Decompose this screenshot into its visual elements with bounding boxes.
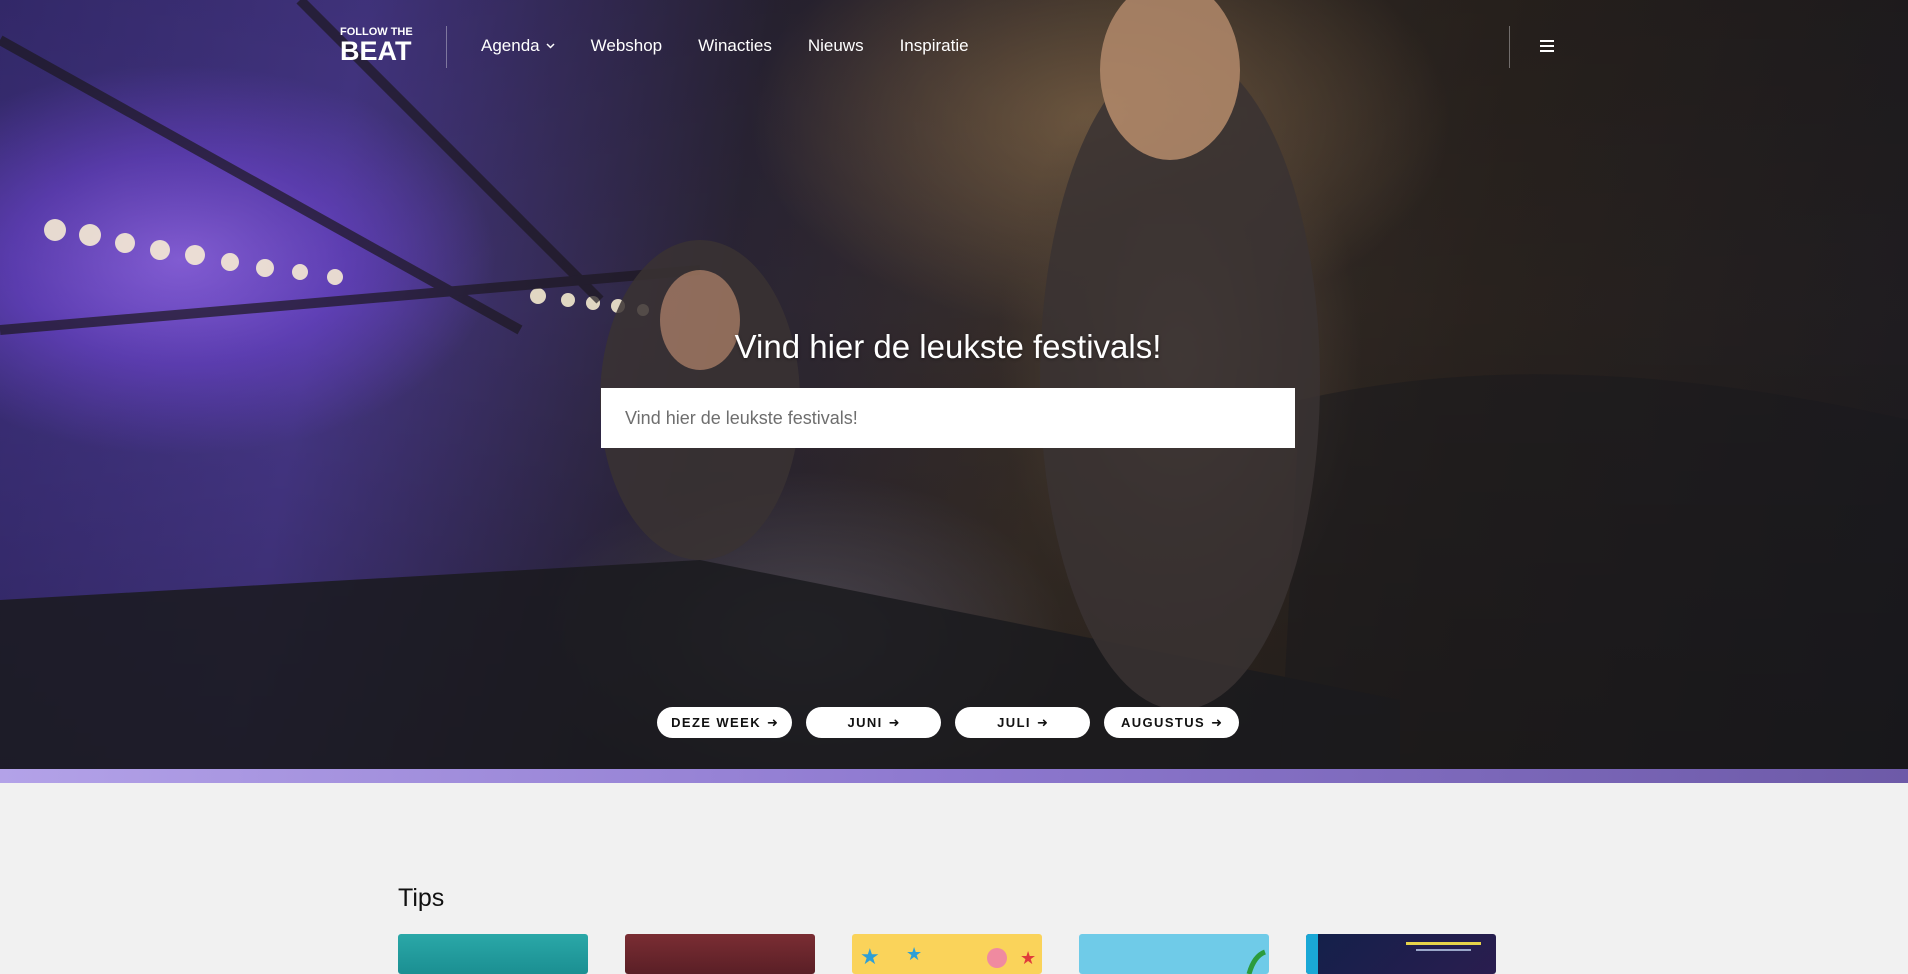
tip-card-3-artwork: ★ ★ ★: [860, 944, 1036, 969]
svg-text:★: ★: [860, 944, 880, 969]
hero-title: Vind hier de leukste festivals!: [734, 328, 1162, 365]
period-button-augustus[interactable]: AUGUSTUS ➜: [1104, 707, 1239, 738]
hero-banner: [0, 0, 1908, 769]
tip-card-1[interactable]: [398, 934, 588, 974]
period-label: AUGUSTUS: [1120, 715, 1206, 730]
tip-card-4-artwork: [1246, 949, 1267, 974]
chevron-down-icon: [546, 43, 555, 49]
tips-section-title: Tips: [398, 884, 445, 912]
nav-item-agenda-label: Agenda: [481, 36, 540, 55]
nav-item-winacties[interactable]: Winacties: [698, 36, 772, 56]
period-label: JUNI: [847, 715, 883, 730]
nav-item-webshop[interactable]: Webshop: [591, 36, 663, 56]
arrow-right-icon: ➜: [888, 714, 900, 730]
brand-logo[interactable]: FOLLOW THE BEAT: [340, 26, 420, 66]
arrow-right-icon: ➜: [1211, 714, 1223, 730]
tip-card-2[interactable]: [625, 934, 815, 974]
tip-card-4[interactable]: [1079, 934, 1269, 974]
period-button-juli[interactable]: JULI ➜: [955, 707, 1090, 738]
period-button-juni[interactable]: JUNI ➜: [806, 707, 941, 738]
festival-search-input[interactable]: [601, 388, 1295, 448]
nav-item-agenda[interactable]: Agenda: [481, 36, 555, 56]
stage-lights-image: [0, 0, 1908, 769]
svg-text:★: ★: [1020, 948, 1036, 968]
hamburger-menu-icon[interactable]: [1538, 36, 1558, 56]
nav-item-inspiratie[interactable]: Inspiratie: [900, 36, 969, 56]
svg-text:★: ★: [906, 944, 922, 964]
hero-accent-strip: [0, 769, 1908, 783]
period-label: JULI: [997, 715, 1031, 730]
period-label: DEZE WEEK: [671, 715, 761, 730]
logo-main-text: BEAT: [340, 36, 412, 66]
arrow-right-icon: ➜: [766, 714, 778, 730]
period-filter-buttons: DEZE WEEK ➜ JUNI ➜ JULI ➜ AUGUSTUS ➜: [657, 707, 1239, 738]
tip-card-5[interactable]: [1306, 934, 1496, 974]
period-button-deze-week[interactable]: DEZE WEEK ➜: [657, 707, 792, 738]
nav-divider-left: [446, 26, 447, 68]
tip-card-3[interactable]: ★ ★ ★: [852, 934, 1042, 974]
nav-item-nieuws[interactable]: Nieuws: [808, 36, 864, 56]
arrow-right-icon: ➜: [1036, 714, 1048, 730]
nav-divider-right: [1509, 26, 1510, 68]
tip-card-5-artwork: [1306, 934, 1481, 974]
nav-links: Agenda Webshop Winacties Nieuws Inspirat…: [481, 36, 969, 56]
top-navigation: FOLLOW THE BEAT Agenda Webshop Winacties…: [0, 0, 1908, 94]
